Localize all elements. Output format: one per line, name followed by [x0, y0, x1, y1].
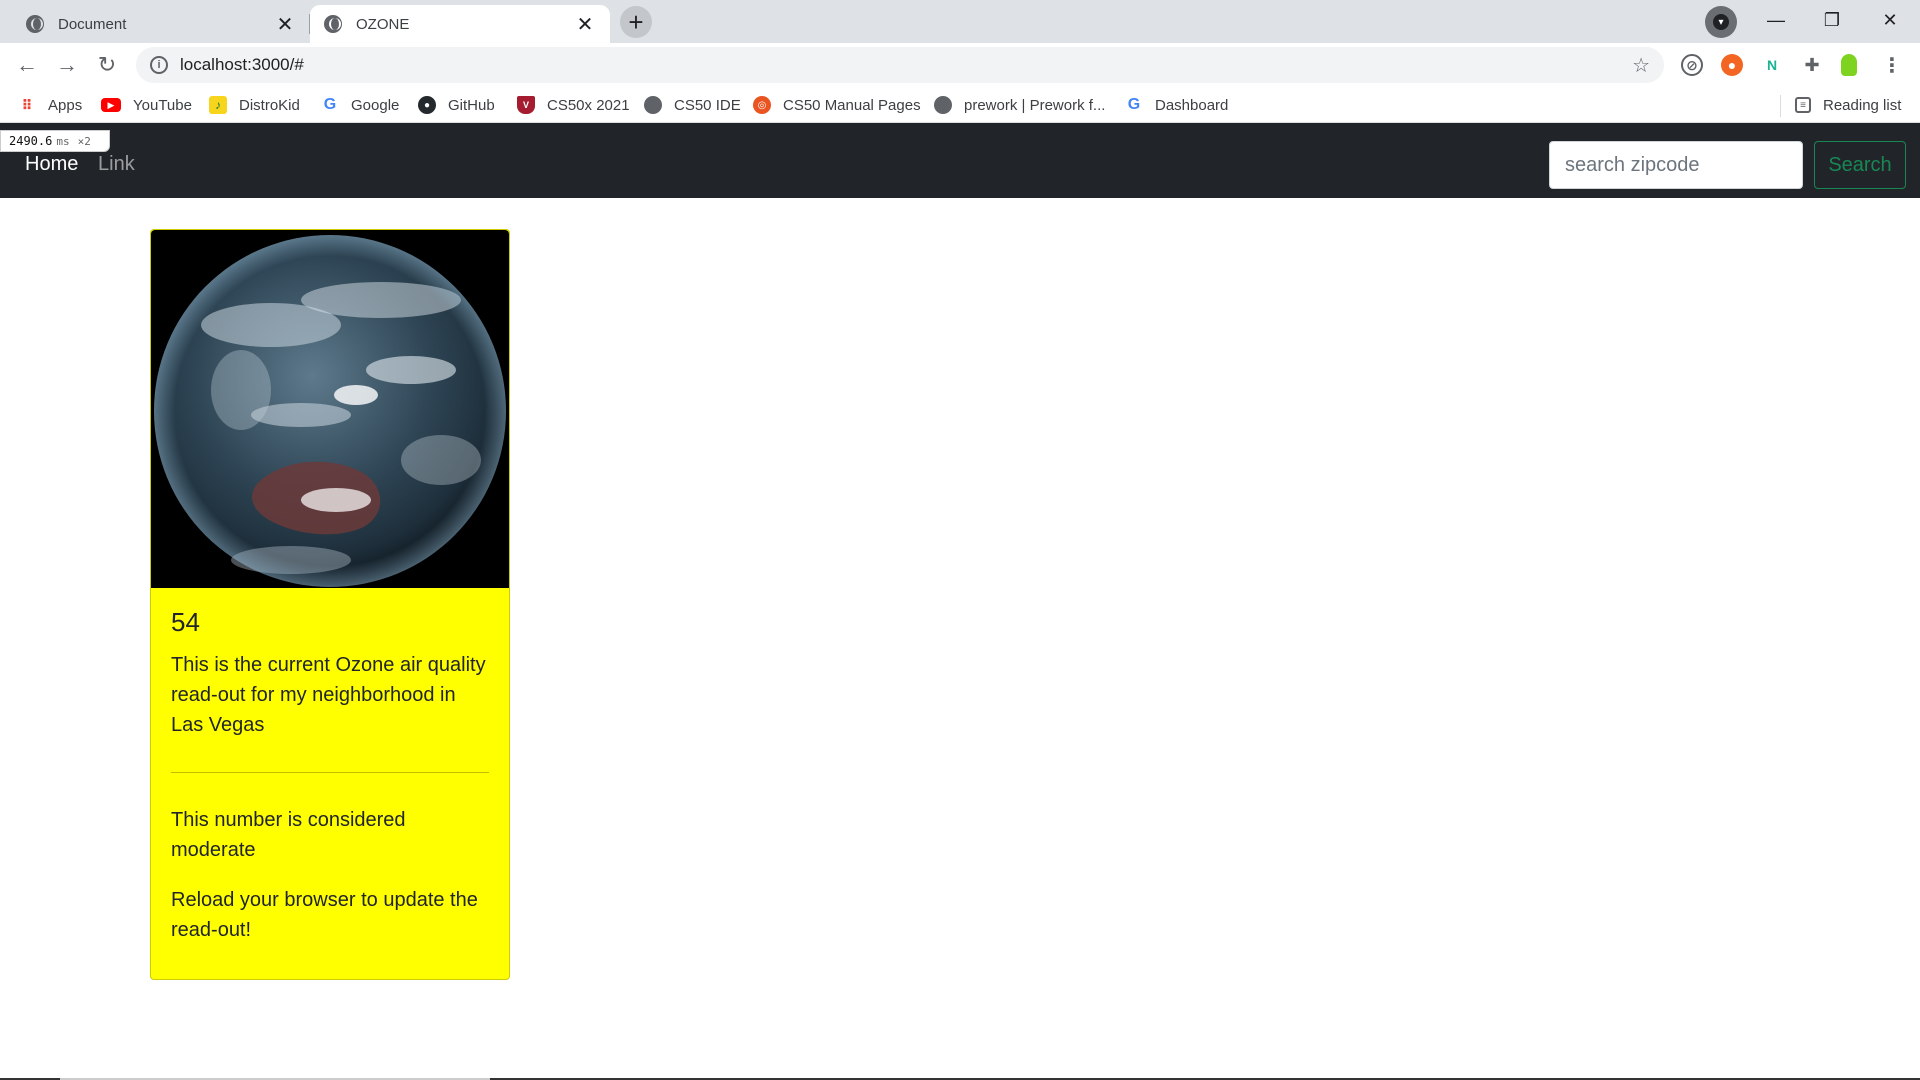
card-body: 54 This is the current Ozone air quality…	[171, 607, 489, 965]
tab-ozone[interactable]: OZONE ✕	[310, 5, 610, 43]
bookmark-label: YouTube	[133, 96, 192, 114]
apps-grid-icon: ⠿	[21, 96, 33, 113]
reading-list-label: Reading list	[1823, 96, 1902, 114]
globe-icon	[26, 15, 44, 33]
duckduckgo-icon[interactable]: ●	[1721, 54, 1743, 76]
bookmark-dashboard[interactable]: G Dashboard	[1125, 94, 1229, 116]
tab-title: OZONE	[356, 15, 410, 33]
tab-document[interactable]: Document ✕	[12, 5, 310, 43]
bookmark-label: Apps	[48, 96, 83, 114]
url-text[interactable]: localhost:3000/#	[180, 55, 1632, 75]
extension-n-icon[interactable]: N	[1761, 54, 1783, 76]
render-time-value: 2490.6	[9, 134, 53, 148]
app-navbar: Home Link Search	[0, 123, 1920, 198]
globe-icon	[324, 15, 342, 33]
google-icon: G	[1127, 96, 1141, 113]
search-button[interactable]: Search	[1814, 141, 1906, 189]
browser-toolbar: ← → ↻ i localhost:3000/# ☆ ⊘ ● N ✚ ⋮	[0, 43, 1920, 87]
puzzle-icon[interactable]: ✚	[1801, 54, 1823, 76]
bookmark-label: Google	[351, 96, 400, 114]
address-bar[interactable]: i localhost:3000/# ☆	[136, 47, 1664, 83]
restore-button[interactable]: ❐	[1804, 0, 1860, 40]
render-time-badge: 2490.6 ms ×2	[0, 130, 110, 152]
info-icon[interactable]: i	[150, 56, 168, 74]
close-icon[interactable]: ✕	[574, 13, 596, 36]
tab-search-button[interactable]: ▾	[1705, 6, 1737, 38]
render-time-multiplier: ×2	[77, 134, 91, 148]
card-divider	[171, 772, 489, 774]
chevron-down-icon: ▾	[1713, 14, 1729, 30]
evernote-icon[interactable]	[1841, 54, 1857, 76]
harvard-shield-icon: V	[517, 96, 535, 114]
reading-list-button[interactable]: ≡ Reading list	[1795, 94, 1901, 116]
ubuntu-icon: ◎	[753, 96, 771, 114]
new-tab-button[interactable]: +	[620, 6, 652, 38]
nav-link-link[interactable]: Link	[98, 153, 135, 176]
github-icon: ●	[418, 96, 436, 114]
google-icon: G	[323, 96, 337, 113]
zipcode-search-input[interactable]	[1549, 141, 1803, 189]
bookmark-star-icon[interactable]: ☆	[1632, 53, 1650, 78]
globe-icon	[644, 96, 662, 114]
bookmark-label: CS50 Manual Pages	[783, 96, 921, 114]
bookmark-cs50x[interactable]: V CS50x 2021	[517, 94, 630, 116]
bookmark-google[interactable]: G Google	[321, 94, 400, 116]
extension-circle-icon[interactable]: ⊘	[1681, 54, 1703, 76]
bookmark-label: GitHub	[448, 96, 495, 114]
kebab-menu-icon[interactable]: ⋮	[1881, 54, 1903, 77]
bookmark-label: DistroKid	[239, 96, 300, 114]
bookmark-label: Dashboard	[1155, 96, 1229, 114]
bookmark-cs50-manual[interactable]: ◎ CS50 Manual Pages	[753, 94, 921, 116]
close-window-button[interactable]: ✕	[1862, 0, 1918, 40]
ozone-value: 54	[171, 607, 200, 637]
reading-list-icon: ≡	[1795, 97, 1811, 113]
reload-instruction: Reload your browser to update the read-o…	[171, 889, 478, 942]
bookmark-github[interactable]: ● GitHub	[418, 94, 495, 116]
ozone-description: This is the current Ozone air quality re…	[171, 654, 486, 737]
close-icon[interactable]: ✕	[274, 13, 296, 36]
bookmarks-bar: ⠿ Apps ▶ YouTube ♪ DistroKid G Google ● …	[0, 87, 1920, 123]
reload-icon[interactable]: ↻	[92, 50, 122, 80]
back-arrow-icon[interactable]: ←	[12, 50, 42, 80]
earth-globe-graphic	[154, 235, 506, 587]
ozone-card: 54 This is the current Ozone air quality…	[150, 229, 510, 980]
forward-arrow-icon[interactable]: →	[52, 50, 82, 80]
earth-image	[151, 230, 509, 588]
bookmark-label: CS50 IDE	[674, 96, 741, 114]
ozone-category-text: This number is considered moderate	[171, 809, 406, 862]
globe-icon	[934, 96, 952, 114]
bookmark-label: CS50x 2021	[547, 96, 630, 114]
distrokid-icon: ♪	[209, 96, 227, 114]
youtube-icon: ▶	[101, 98, 121, 112]
tab-strip: Document ✕ OZONE ✕ + ▾ — ❐ ✕	[0, 0, 1920, 43]
minimize-button[interactable]: —	[1748, 0, 1804, 40]
divider	[1780, 95, 1781, 117]
bookmark-prework[interactable]: prework | Prework f...	[934, 94, 1105, 116]
render-time-unit: ms	[56, 134, 70, 148]
bookmark-cs50-ide[interactable]: CS50 IDE	[644, 94, 741, 116]
bookmark-apps[interactable]: ⠿ Apps	[18, 94, 83, 116]
nav-link-home[interactable]: Home	[25, 153, 78, 176]
tab-title: Document	[58, 15, 127, 33]
bookmark-distrokid[interactable]: ♪ DistroKid	[209, 94, 300, 116]
bookmark-youtube[interactable]: ▶ YouTube	[101, 94, 192, 116]
bookmark-label: prework | Prework f...	[964, 96, 1106, 114]
